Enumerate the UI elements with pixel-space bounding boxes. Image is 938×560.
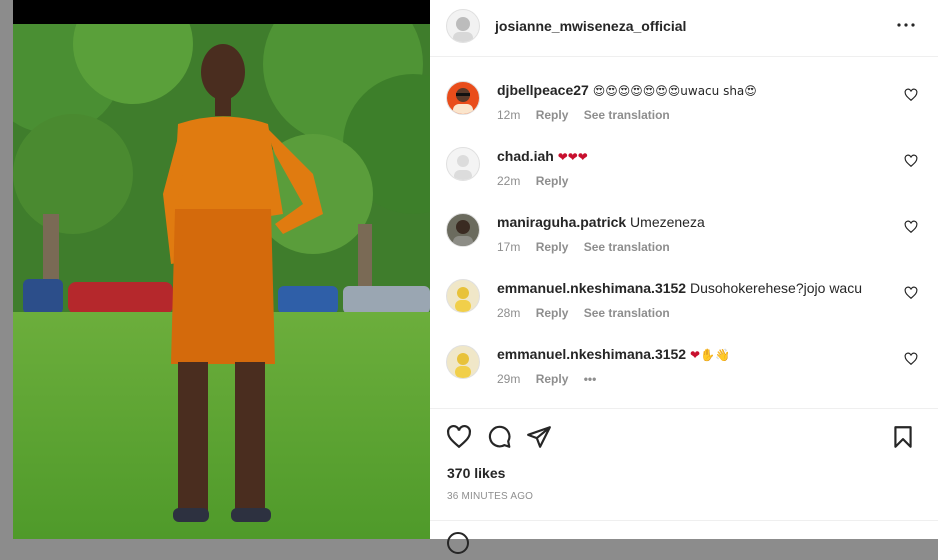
comment-text: 😍😍😍😍😍😍😍uwacu sha😍 [592,84,757,98]
comment-age: 29m [497,372,521,386]
likes-count[interactable]: 370 likes [447,465,505,481]
post-image[interactable] [13,24,430,539]
comment-meta: 29m Reply ••• [497,372,608,386]
comment-item: chad.iah ❤❤❤ 22m Reply [430,147,938,213]
like-comment-icon[interactable] [904,286,918,300]
comment-meta: 12m Reply See translation [497,108,682,122]
commenter-avatar[interactable] [446,147,480,181]
reply-button[interactable]: Reply [536,372,569,386]
see-translation-button[interactable]: See translation [584,108,670,122]
comment-age: 28m [497,306,521,320]
like-comment-icon[interactable] [904,220,918,234]
author-username[interactable]: josianne_mwiseneza_official [495,18,686,34]
commenter-avatar[interactable] [446,345,480,379]
heart-icon[interactable] [446,424,472,450]
comment-line: djbellpeace27 😍😍😍😍😍😍😍uwacu sha😍 [497,82,757,98]
comment-text: Dusohokerehese?jojo wacu [690,280,862,296]
comment-text: ❤❤❤ [557,150,588,164]
post-image-illustration [13,24,430,539]
comment-meta: 28m Reply See translation [497,306,682,320]
post-actions-bar [430,420,938,454]
bookmark-icon[interactable] [890,424,916,450]
see-translation-button[interactable]: See translation [584,306,670,320]
comment-age: 17m [497,240,521,254]
reply-button[interactable]: Reply [536,240,569,254]
see-translation-button[interactable]: See translation [584,240,670,254]
commenter-avatar[interactable] [446,279,480,313]
comment-item: emmanuel.nkeshimana.3152 Dusohokerehese?… [430,279,938,345]
comment-meta: 22m Reply [497,174,580,188]
commenter-username[interactable]: emmanuel.nkeshimana.3152 [497,346,686,362]
comments-list: djbellpeace27 😍😍😍😍😍😍😍uwacu sha😍 12m Repl… [430,57,938,409]
section-divider [430,408,938,409]
author-avatar[interactable] [446,9,480,43]
emoji-picker-icon[interactable] [446,531,470,555]
comment-age: 12m [497,108,521,122]
section-divider [430,520,938,521]
comment-line: chad.iah ❤❤❤ [497,148,588,164]
comment-line: maniraguha.patrick Umezeneza [497,214,705,230]
comment-item: emmanuel.nkeshimana.3152 ❤✋👋 29m Reply •… [430,345,938,411]
reply-button[interactable]: Reply [536,108,569,122]
modal-top-edge [13,0,430,24]
reply-button[interactable]: Reply [536,306,569,320]
commenter-avatar[interactable] [446,213,480,247]
comment-item: maniraguha.patrick Umezeneza 17m Reply S… [430,213,938,279]
like-comment-icon[interactable] [904,352,918,366]
commenter-username[interactable]: chad.iah [497,148,554,164]
post-timestamp[interactable]: 36 MINUTES AGO [447,491,533,502]
comment-text: Umezeneza [630,214,705,230]
commenter-username[interactable]: djbellpeace27 [497,82,589,98]
commenter-avatar[interactable] [446,81,480,115]
comment-meta: 17m Reply See translation [497,240,682,254]
post-header: josianne_mwiseneza_official [430,0,938,57]
like-comment-icon[interactable] [904,154,918,168]
comment-icon[interactable] [486,424,512,450]
share-icon[interactable] [526,424,552,450]
comment-text: ❤✋👋 [690,348,730,362]
more-options-icon[interactable] [894,17,918,33]
like-comment-icon[interactable] [904,88,918,102]
comment-age: 22m [497,174,521,188]
reply-button[interactable]: Reply [536,174,569,188]
comment-item: djbellpeace27 😍😍😍😍😍😍😍uwacu sha😍 12m Repl… [430,81,938,147]
commenter-username[interactable]: maniraguha.patrick [497,214,626,230]
post-details-panel: josianne_mwiseneza_official djbellpeace2… [430,0,938,554]
comment-line: emmanuel.nkeshimana.3152 ❤✋👋 [497,346,730,362]
commenter-username[interactable]: emmanuel.nkeshimana.3152 [497,280,686,296]
comment-options-button[interactable]: ••• [584,372,597,386]
comment-line: emmanuel.nkeshimana.3152 Dusohokerehese?… [497,280,862,296]
